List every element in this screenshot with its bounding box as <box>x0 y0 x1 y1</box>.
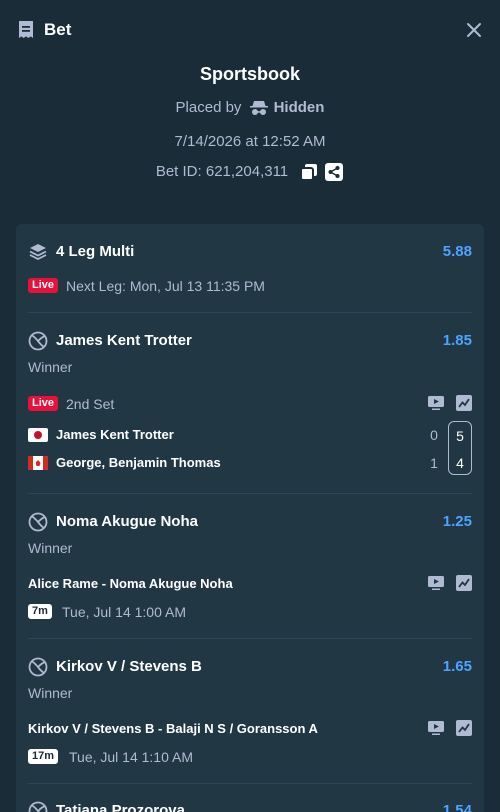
tennis-ball-icon <box>28 801 48 812</box>
bet-id: Bet ID: 621,204,311 <box>155 163 289 181</box>
live-stream-icon[interactable] <box>428 395 444 411</box>
leg-odds: 1.25 <box>442 513 472 530</box>
bet-details-card: 4 Leg Multi 5.88 Live Next Leg: Mon, Jul… <box>16 224 484 812</box>
match-status: 2nd Set <box>66 396 115 412</box>
japan-flag-icon <box>28 428 48 442</box>
market-name: Winner <box>28 685 73 701</box>
current-set-score: 5 4 <box>448 421 472 475</box>
start-time: Tue, Jul 14 1:10 AM <box>69 749 193 765</box>
countdown-badge: 7m <box>28 604 52 619</box>
market-name: Winner <box>28 359 73 375</box>
tennis-ball-icon <box>28 512 48 532</box>
leg-title: Kirkov V / Stevens B <box>56 658 202 675</box>
bet-type-title: Sportsbook <box>199 64 300 84</box>
divider <box>28 638 472 639</box>
layers-icon <box>29 244 47 261</box>
countdown-badge: 17m <box>28 749 59 764</box>
live-stream-icon[interactable] <box>428 575 444 591</box>
next-leg-text: Next Leg: Mon, Jul 13 11:35 PM <box>66 278 265 294</box>
live-badge: Live <box>28 396 59 411</box>
placed-by-user: Hidden <box>273 99 325 117</box>
placed-by-line: Placed by Hidden <box>0 98 500 118</box>
modal-header: Bet <box>0 0 500 60</box>
multi-title: 4 Leg Multi <box>56 243 135 260</box>
set-score: 1 <box>430 455 438 471</box>
tennis-ball-icon <box>28 657 48 677</box>
incognito-icon <box>249 101 268 116</box>
leg-odds: 1.65 <box>442 658 472 675</box>
leg-odds: 1.85 <box>442 332 472 349</box>
canada-flag-icon <box>28 456 48 470</box>
bet-slip-icon <box>19 21 33 38</box>
leg-odds: 1.54 <box>442 802 472 812</box>
leg-title: Tatiana Prozorova <box>56 802 185 812</box>
stats-chart-icon[interactable] <box>456 395 472 411</box>
divider <box>28 493 472 494</box>
modal-title: Bet <box>44 20 72 39</box>
live-badge: Live <box>28 278 59 293</box>
bet-datetime: 7/14/2026 at 12:52 AM <box>174 133 326 150</box>
start-time: Tue, Jul 14 1:00 AM <box>62 604 186 620</box>
close-icon[interactable] <box>464 20 484 40</box>
match-name[interactable]: Kirkov V / Stevens B - Balaji N S / Gora… <box>28 720 318 738</box>
placed-by-label: Placed by <box>175 99 242 116</box>
divider <box>28 312 472 313</box>
current-game-score: 4 <box>456 455 464 471</box>
share-icon[interactable] <box>324 162 344 182</box>
match-name[interactable]: Alice Rame - Noma Akugue Noha <box>28 575 233 593</box>
copy-icon[interactable] <box>300 163 318 182</box>
set-score: 0 <box>430 427 438 443</box>
multi-odds: 5.88 <box>442 243 472 260</box>
divider <box>28 783 472 784</box>
stats-chart-icon[interactable] <box>456 575 472 591</box>
market-name: Winner <box>28 540 73 556</box>
bet-id-line: Bet ID: 621,204,311 <box>0 162 500 182</box>
current-game-score: 5 <box>456 428 464 444</box>
leg-title: James Kent Trotter <box>56 332 192 349</box>
tennis-ball-icon <box>28 331 48 351</box>
player-name: George, Benjamin Thomas <box>56 455 221 470</box>
live-stream-icon[interactable] <box>428 720 444 736</box>
player-name: James Kent Trotter <box>56 427 174 442</box>
stats-chart-icon[interactable] <box>456 720 472 736</box>
leg-title: Noma Akugue Noha <box>56 513 198 530</box>
